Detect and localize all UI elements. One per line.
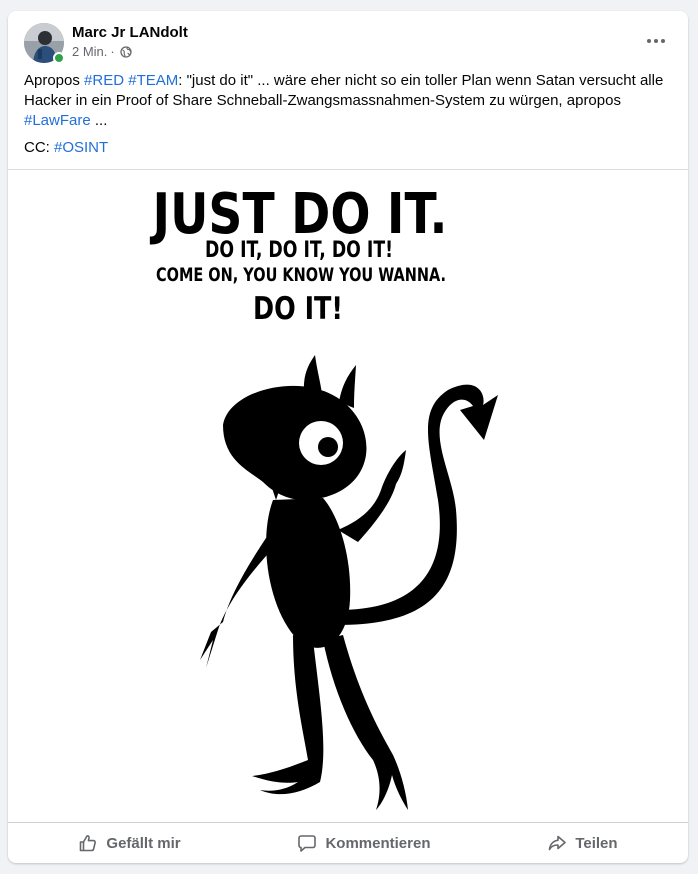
like-button[interactable]: Gefällt mir bbox=[64, 827, 194, 859]
avatar[interactable] bbox=[24, 23, 65, 64]
like-label: Gefällt mir bbox=[106, 834, 181, 852]
image-line-3: COME ON, YOU KNOW YOU WANNA. bbox=[156, 264, 446, 286]
hashtag-lawfare[interactable]: #LawFare bbox=[24, 112, 91, 129]
text-segment: CC: bbox=[24, 139, 54, 156]
post-meta: 2 Min. · bbox=[72, 44, 132, 59]
text-segment: Apropos bbox=[24, 72, 85, 89]
hashtag-red[interactable]: #RED bbox=[84, 72, 124, 89]
more-options-icon[interactable] bbox=[638, 27, 674, 55]
post-actions: Gefällt mir Kommentieren Teilen bbox=[8, 822, 688, 863]
share-label: Teilen bbox=[575, 834, 618, 852]
hashtag-osint[interactable]: #OSINT bbox=[54, 139, 108, 156]
globe-icon bbox=[120, 45, 132, 58]
thumbs-up-icon bbox=[80, 835, 97, 852]
author-name[interactable]: Marc Jr LANdolt bbox=[72, 24, 188, 41]
post-message: Apropos #RED #TEAM: "just do it" ... wär… bbox=[24, 71, 672, 131]
share-button[interactable]: Teilen bbox=[533, 827, 631, 859]
hashtag-team[interactable]: #TEAM bbox=[128, 72, 178, 89]
meta-separator: · bbox=[110, 44, 115, 59]
comment-button[interactable]: Kommentieren bbox=[283, 827, 444, 859]
comment-icon bbox=[298, 835, 317, 852]
text-segment: ... bbox=[90, 112, 108, 129]
timestamp[interactable]: 2 Min. bbox=[72, 44, 107, 59]
image-line-2: DO IT, DO IT, DO IT! bbox=[205, 238, 393, 263]
post-card: Marc Jr LANdolt 2 Min. · Apropos #RED #T… bbox=[8, 11, 688, 863]
post-image[interactable]: JUST DO IT. DO IT, DO IT, DO IT! COME ON… bbox=[8, 169, 688, 822]
post-cc-line: CC: #OSINT bbox=[24, 138, 672, 158]
post-text: Apropos #RED #TEAM: "just do it" ... wär… bbox=[24, 71, 672, 158]
post-header: Marc Jr LANdolt 2 Min. · bbox=[8, 11, 688, 67]
image-line-4: DO IT! bbox=[253, 291, 343, 327]
devil-illustration bbox=[200, 355, 498, 810]
share-icon bbox=[549, 835, 567, 851]
online-status-dot bbox=[53, 52, 65, 64]
devil-pupil bbox=[318, 437, 338, 457]
comment-label: Kommentieren bbox=[325, 834, 431, 852]
